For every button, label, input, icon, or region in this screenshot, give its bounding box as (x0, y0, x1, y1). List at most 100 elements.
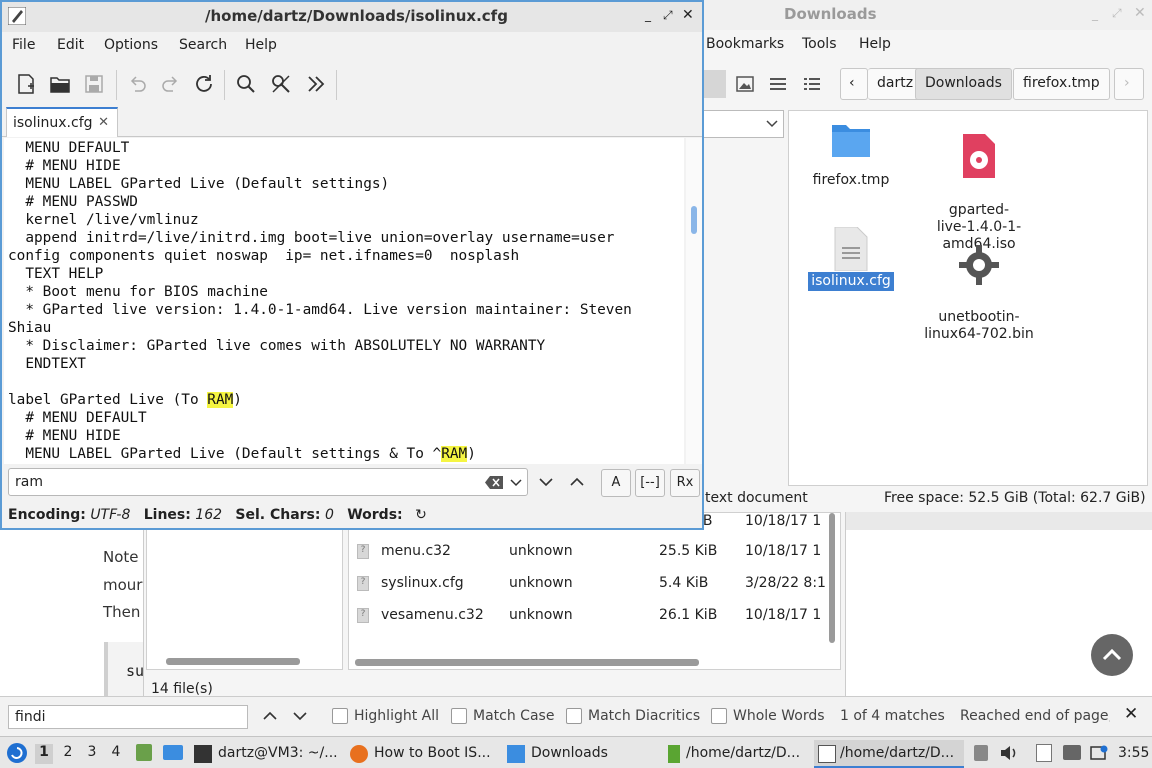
text-editor-icon (8, 7, 26, 25)
clipboard-icon[interactable] (974, 745, 988, 761)
find-next-icon[interactable] (293, 711, 307, 721)
text-line: kernel /live/vmlinuz (8, 212, 199, 228)
text-line: * Boot menu for BIOS machine (8, 284, 268, 300)
show-desktop-icon[interactable] (163, 745, 183, 760)
file-type: unknown (509, 575, 573, 591)
whole-word-button[interactable]: [--] (635, 469, 665, 497)
vertical-scrollbar[interactable] (829, 513, 835, 643)
task-terminal[interactable]: dartz@VM3: ~/... (194, 740, 340, 768)
close-icon[interactable]: ✕ (682, 7, 694, 23)
new-file-button[interactable] (14, 72, 38, 96)
breadcrumb-back[interactable]: ‹ (840, 68, 868, 100)
file-item[interactable]: isolinux.cfg (791, 227, 911, 291)
list-view-icon[interactable] (770, 77, 786, 91)
minimize-icon[interactable]: _ (645, 8, 651, 22)
search-value: ram (15, 474, 43, 490)
clear-text-icon[interactable] (485, 476, 503, 489)
workspace-2[interactable]: 2 (59, 744, 77, 764)
file-item[interactable]: firefox.tmp (791, 119, 911, 190)
file-manager-launcher-icon[interactable] (136, 744, 152, 761)
file-content[interactable]: MENU DEFAULT # MENU HIDE MENU LABEL GPar… (4, 138, 684, 463)
find-replace-button[interactable] (269, 72, 293, 96)
folder-icon (507, 745, 525, 763)
maximize-icon[interactable]: ⤢ (1112, 6, 1122, 21)
text-area[interactable]: MENU DEFAULT # MENU HIDE MENU LABEL GPar… (4, 138, 684, 464)
toolbar-separator (224, 70, 225, 100)
find-next-icon[interactable] (538, 476, 554, 488)
workspace-3[interactable]: 3 (83, 744, 101, 764)
refresh-icon[interactable]: ↻ (415, 507, 427, 523)
menu-bookmarks[interactable]: Bookmarks (706, 36, 784, 52)
menu-help[interactable]: Help (859, 36, 891, 52)
image-view-icon[interactable] (736, 76, 754, 92)
menu-options[interactable]: Options (104, 37, 158, 53)
scrollbar-thumb[interactable] (691, 206, 697, 234)
task-label: How to Boot IS... (374, 745, 491, 761)
close-icon[interactable]: ✕ (1124, 704, 1138, 724)
minimize-icon[interactable]: _ (1092, 7, 1098, 21)
close-tab-icon[interactable]: ✕ (98, 115, 109, 130)
highlight-all-label: Highlight All (354, 708, 440, 724)
menu-tools[interactable]: Tools (802, 36, 837, 52)
task-document[interactable]: /home/dartz/D... (668, 740, 808, 768)
find-button[interactable] (234, 72, 258, 96)
whole-words-checkbox[interactable] (711, 708, 727, 724)
maximize-icon[interactable]: ⤢ (663, 8, 673, 23)
side-pane-scrollbar[interactable] (166, 658, 300, 665)
horizontal-scrollbar[interactable] (355, 659, 699, 666)
menu-edit[interactable]: Edit (57, 37, 84, 53)
search-input[interactable]: ram (8, 468, 528, 496)
breadcrumb-item[interactable]: Downloads (915, 68, 1012, 100)
menu-help[interactable]: Help (245, 37, 277, 53)
menu-search[interactable]: Search (179, 37, 227, 53)
detail-view-icon[interactable] (804, 77, 820, 91)
find-previous-icon[interactable] (569, 476, 585, 488)
regex-button[interactable]: Rx (670, 469, 700, 497)
file-list[interactable]: iB 10/18/17 1 ? menu.c32 unknown 25.5 Ki… (348, 512, 841, 670)
match-case-checkbox[interactable] (451, 708, 467, 724)
find-previous-icon[interactable] (263, 711, 277, 721)
highlight-all-checkbox[interactable] (332, 708, 348, 724)
breadcrumb-forward[interactable]: › (1114, 68, 1144, 100)
find-input[interactable]: findi (8, 705, 248, 729)
tab-isolinux-cfg[interactable]: isolinux.cfg ✕ (6, 107, 118, 137)
new-file-icon (18, 74, 34, 94)
reload-button[interactable] (192, 72, 216, 96)
display-icon[interactable] (1063, 745, 1081, 760)
icon-view[interactable]: firefox.tmp gparted- live-1.4.0-1- amd64… (788, 110, 1148, 486)
workspace-1[interactable]: 1 (35, 744, 53, 764)
task-firefox[interactable]: How to Boot IS... (350, 740, 498, 768)
match-diacritics-checkbox[interactable] (566, 708, 582, 724)
save-button[interactable] (82, 72, 106, 96)
volume-icon[interactable] (1000, 745, 1018, 761)
task-downloads[interactable]: Downloads (507, 740, 647, 768)
menu-file[interactable]: File (12, 37, 35, 53)
text-line: # MENU HIDE (8, 158, 121, 174)
table-row[interactable]: ? syslinux.cfg unknown 5.4 KiB 3/28/22 8… (349, 568, 829, 600)
more-button[interactable] (304, 72, 328, 96)
title-bar: /home/dartz/Downloads/isolinux.cfg _ ⤢ ✕ (2, 2, 702, 32)
start-menu-icon[interactable] (6, 742, 28, 764)
file-item[interactable]: unetbootin- linux64-702.bin (919, 227, 1039, 344)
vertical-scrollbar[interactable] (686, 138, 702, 464)
network-icon[interactable] (1090, 745, 1108, 761)
scroll-to-top-button[interactable] (1091, 634, 1133, 676)
gear-icon (959, 245, 999, 285)
workspace-4[interactable]: 4 (107, 744, 125, 764)
file-size: 25.5 KiB (659, 543, 718, 559)
chevron-down-icon[interactable] (510, 479, 522, 487)
grid-view-icon[interactable] (704, 70, 726, 98)
table-row[interactable]: ? menu.c32 unknown 25.5 KiB 10/18/17 1 (349, 536, 829, 568)
match-case-button[interactable]: A (601, 469, 631, 497)
task-text-editor[interactable]: /home/dartz/D... (814, 740, 964, 768)
toolbar-separator (336, 70, 337, 100)
location-dropdown[interactable] (704, 110, 784, 138)
open-file-button[interactable] (48, 72, 72, 96)
file-size: 5.4 KiB (659, 575, 709, 591)
undo-button[interactable] (125, 72, 149, 96)
table-row[interactable]: ? vesamenu.c32 unknown 26.1 KiB 10/18/17… (349, 600, 829, 632)
breadcrumb-item[interactable]: firefox.tmp (1013, 68, 1110, 100)
redo-button[interactable] (159, 72, 183, 96)
close-icon[interactable]: ✕ (1134, 5, 1146, 21)
notes-icon[interactable] (1036, 744, 1052, 762)
